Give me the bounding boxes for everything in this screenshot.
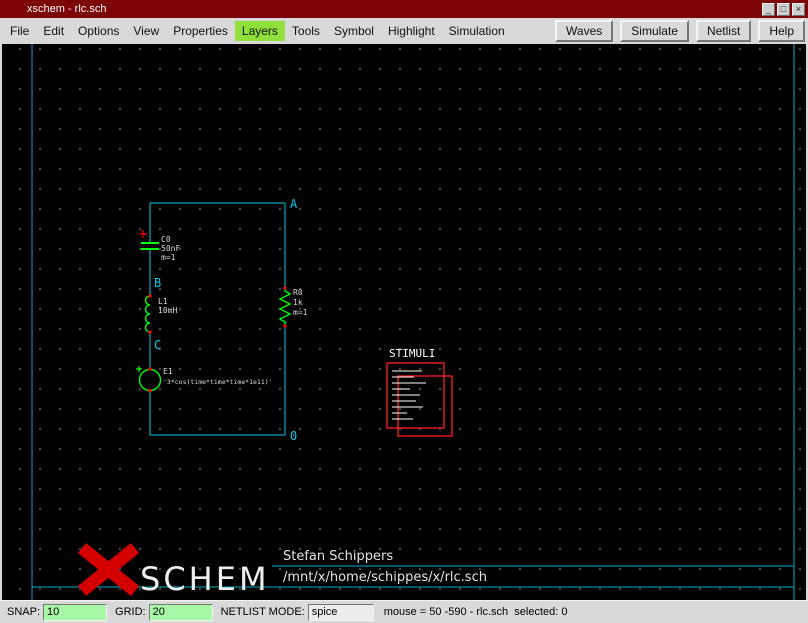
grid-label: GRID:	[115, 606, 146, 618]
net-label-a[interactable]: A	[290, 197, 298, 211]
resistor-zigzag	[280, 288, 290, 326]
menu-symbol[interactable]: Symbol	[327, 21, 381, 41]
netlist-mode-input[interactable]	[308, 604, 374, 621]
simulate-button[interactable]: Simulate	[620, 20, 689, 42]
minimize-icon[interactable]: _	[762, 3, 775, 16]
waves-button[interactable]: Waves	[555, 20, 613, 42]
menu-tools[interactable]: Tools	[285, 21, 327, 41]
inductor-coil	[146, 296, 151, 332]
window-title: xschem - rlc.sch	[27, 3, 106, 15]
menu-bar: File Edit Options View Properties Layers…	[0, 18, 808, 44]
net-label-c[interactable]: C	[154, 338, 161, 352]
mouse-info: mouse = 50 -590 - rlc.sch selected: 0	[384, 606, 568, 618]
snap-label: SNAP:	[7, 606, 40, 618]
source-circle	[140, 370, 161, 391]
inductor-value: 10mH	[158, 306, 177, 315]
resistor-pin-top	[284, 287, 287, 290]
capacitor-symbol[interactable]: C0 50nF m=1	[139, 230, 180, 262]
titleblock: SCHEM Stefan Schippers /mnt/x/home/schip…	[82, 548, 487, 598]
inductor-symbol[interactable]: L1 10mH	[146, 295, 178, 334]
voltage-source-symbol[interactable]: E1 '3*cos(time*time*time*1e11)'	[136, 366, 273, 392]
menu-properties[interactable]: Properties	[166, 21, 235, 41]
window-controls: _ □ ×	[762, 3, 805, 16]
stimuli-text-lines	[392, 371, 426, 419]
xschem-logo-text: SCHEM	[140, 560, 270, 598]
schematic-canvas[interactable]: A B C 0 C0 50nF m=1 L1 10mH	[2, 44, 806, 600]
inductor-pin-bottom	[149, 331, 152, 334]
snap-input[interactable]	[43, 604, 107, 621]
close-icon[interactable]: ×	[792, 3, 805, 16]
capacitor-name: C0	[161, 235, 171, 244]
net-label-b[interactable]: B	[154, 276, 161, 290]
status-bar: SNAP: GRID: NETLIST MODE: mouse = 50 -59…	[0, 600, 808, 623]
source-name: E1	[163, 367, 173, 376]
resistor-pin-bottom	[284, 325, 287, 328]
net-label-gnd[interactable]: 0	[290, 429, 297, 443]
file-path-text: /mnt/x/home/schippes/x/rlc.sch	[283, 570, 487, 585]
menu-layers[interactable]: Layers	[235, 21, 285, 41]
author-text: Stefan Schippers	[283, 549, 393, 564]
menu-options[interactable]: Options	[71, 21, 126, 41]
capacitor-value: 50nF	[161, 244, 180, 253]
menu-file[interactable]: File	[3, 21, 36, 41]
menu-highlight[interactable]: Highlight	[381, 21, 442, 41]
capacitor-mult: m=1	[161, 253, 176, 262]
grid-input[interactable]	[149, 604, 213, 621]
stimuli-label: STIMULI	[389, 347, 435, 360]
resistor-value: 1k	[293, 298, 303, 307]
resistor-mult: m=1	[293, 308, 308, 317]
maximize-icon[interactable]: □	[777, 3, 790, 16]
inductor-name: L1	[158, 297, 168, 306]
menu-edit[interactable]: Edit	[36, 21, 71, 41]
source-pin-bottom	[149, 389, 152, 392]
help-button[interactable]: Help	[758, 20, 805, 42]
netlist-mode-label: NETLIST MODE:	[221, 606, 305, 618]
title-bar[interactable]: xschem - rlc.sch _ □ ×	[0, 0, 808, 18]
stimuli-block[interactable]: STIMULI	[387, 347, 452, 436]
resistor-symbol[interactable]: R0 1k m=1	[280, 287, 308, 328]
resistor-name: R0	[293, 288, 303, 297]
menu-simulation[interactable]: Simulation	[442, 21, 512, 41]
source-pin-top	[149, 368, 152, 371]
source-value: '3*cos(time*time*time*1e11)'	[163, 378, 273, 386]
netlist-button[interactable]: Netlist	[696, 20, 751, 42]
inductor-pin-top	[149, 295, 152, 298]
menu-view[interactable]: View	[126, 21, 166, 41]
